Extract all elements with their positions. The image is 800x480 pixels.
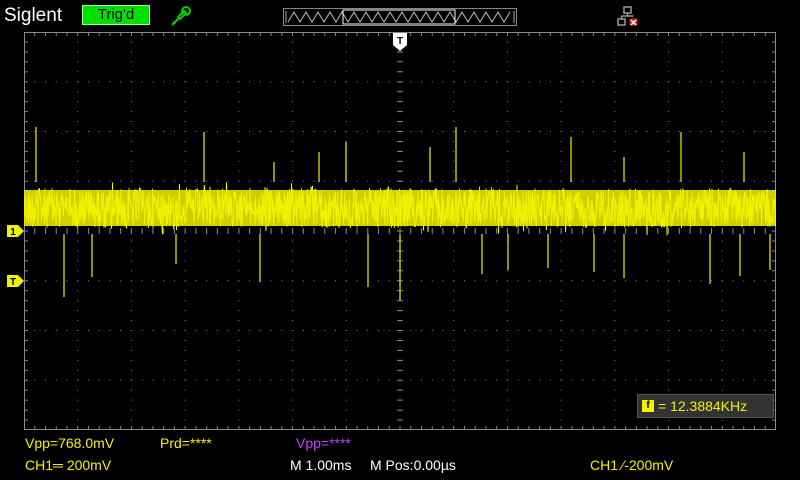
ch1-waveform-trace (24, 127, 776, 300)
period-measurement: Prd=**** (160, 435, 212, 451)
svg-text:T: T (10, 277, 16, 287)
ch1-offset-marker[interactable]: 1 (7, 225, 24, 237)
frequency-counter: f = 12.3884KHz (637, 394, 774, 418)
network-disconnected-icon (617, 6, 638, 26)
ch2-vpp-measurement: Vpp=**** (296, 435, 351, 451)
graticule-grid (24, 32, 776, 430)
trigger-status-badge: Trig'd (82, 5, 150, 25)
top-bar: Siglent Trig'd (0, 0, 800, 32)
ch1-vpp-measurement: Vpp=768.0mV (25, 435, 115, 451)
trigger-level-marker[interactable]: T (7, 275, 24, 287)
svg-text:1: 1 (10, 227, 16, 237)
timebase-status[interactable]: M 1.00ms (290, 457, 351, 473)
memory-position-bar[interactable] (283, 8, 517, 26)
trigger-position-marker[interactable]: T (393, 33, 407, 51)
brand-label: Siglent (4, 5, 63, 26)
memory-position-status[interactable]: M Pos:0.00µs (370, 457, 456, 473)
trigger-status[interactable]: CH1 ∕-200mV (590, 457, 673, 473)
probe-icon[interactable] (170, 5, 192, 27)
frequency-value: = 12.3884KHz (658, 398, 748, 414)
frequency-icon: f (642, 400, 654, 412)
svg-text:T: T (397, 36, 403, 47)
ch1-scale-status[interactable]: CH1═ 200mV (25, 457, 111, 473)
waveform-display[interactable] (24, 32, 776, 430)
